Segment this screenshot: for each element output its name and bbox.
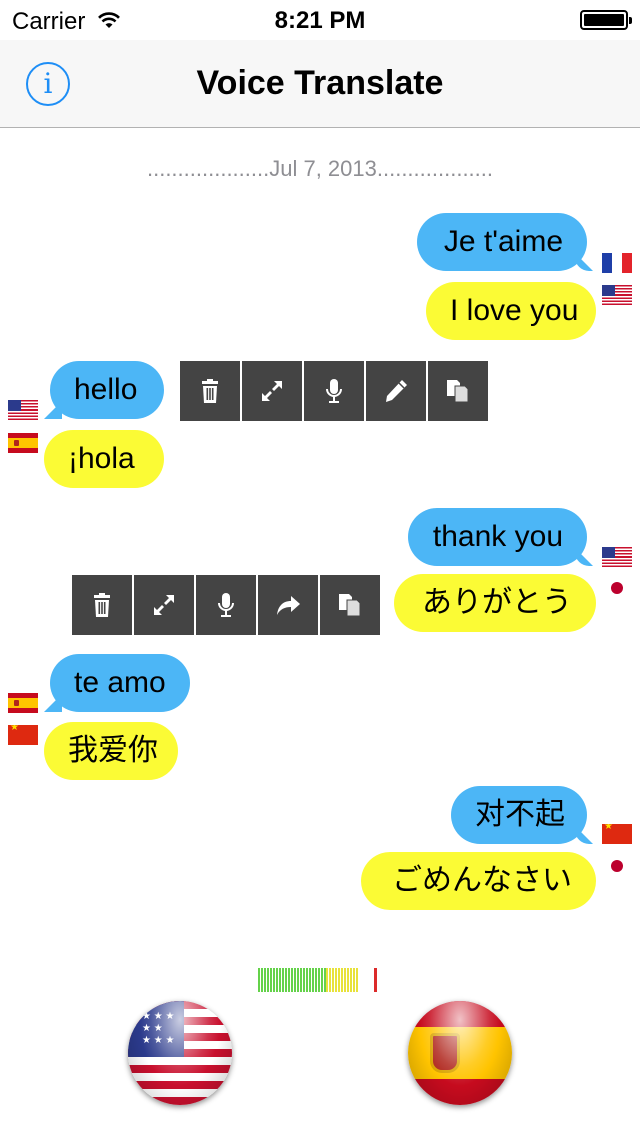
source-bubble[interactable]: Je t'aime	[417, 213, 587, 271]
page-title: Voice Translate	[196, 64, 444, 102]
translation-bubble[interactable]: ごめんなさい	[361, 852, 596, 910]
japan-flag-icon	[611, 860, 623, 872]
navigation-bar: i Voice Translate	[0, 40, 640, 128]
source-bubble[interactable]: 对不起	[451, 786, 587, 844]
source-bubble[interactable]: hello	[50, 361, 164, 419]
expand-icon[interactable]	[242, 361, 302, 421]
source-bubble[interactable]: thank you	[408, 508, 587, 566]
source-bubble[interactable]: te amo	[50, 654, 190, 712]
trash-icon[interactable]	[180, 361, 240, 421]
translation-bubble[interactable]: ¡hola	[44, 430, 164, 488]
translation-bubble[interactable]: ありがとう	[394, 574, 596, 632]
expand-icon[interactable]	[134, 575, 194, 635]
clock: 8:21 PM	[274, 7, 366, 34]
japan-flag-icon	[611, 582, 623, 594]
microphone-icon[interactable]	[196, 575, 256, 635]
forward-icon[interactable]	[258, 575, 318, 635]
date-separator: ....................Jul 7, 2013.........…	[146, 156, 494, 181]
audio-level-meter	[258, 968, 358, 992]
message-toolbar	[180, 361, 488, 421]
microphone-icon[interactable]	[304, 361, 364, 421]
status-bar: Carrier 8:21 PM	[0, 0, 640, 40]
translation-bubble[interactable]: I love you	[426, 282, 596, 340]
audio-peak-indicator	[374, 968, 377, 992]
trash-icon[interactable]	[72, 575, 132, 635]
battery-icon	[580, 10, 632, 30]
us-flag-icon	[602, 285, 632, 305]
spain-flag-icon	[8, 693, 38, 713]
translation-bubble[interactable]: 我爱你	[44, 722, 178, 780]
pencil-icon[interactable]	[366, 361, 426, 421]
copy-icon[interactable]	[320, 575, 380, 635]
speak-spanish-button[interactable]	[408, 1001, 512, 1105]
us-flag-icon	[602, 547, 632, 567]
france-flag-icon	[602, 253, 632, 273]
us-flag-icon	[8, 400, 38, 420]
spain-flag-icon	[8, 433, 38, 453]
china-flag-icon	[8, 725, 38, 745]
message-toolbar	[72, 575, 380, 635]
speak-english-button[interactable]	[128, 1001, 232, 1105]
copy-icon[interactable]	[428, 361, 488, 421]
china-flag-icon	[602, 824, 632, 844]
